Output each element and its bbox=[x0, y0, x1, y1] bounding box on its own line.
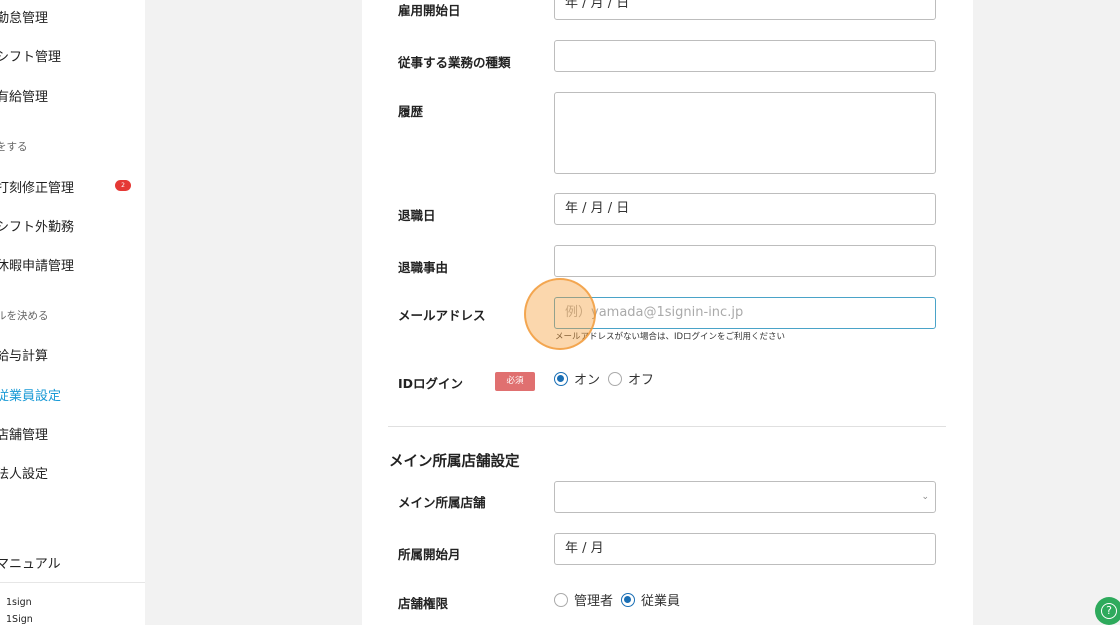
store-section-title: メイン所属店舗設定 bbox=[389, 454, 520, 470]
email-label: メールアドレス bbox=[398, 308, 486, 323]
main-store-select[interactable]: ⌄ bbox=[554, 481, 936, 513]
permission-manager-radio[interactable] bbox=[554, 592, 568, 607]
id-login-radio-group: オン オフ bbox=[554, 369, 662, 388]
sidebar-item-attendance[interactable]: 勤怠管理 bbox=[0, 7, 48, 26]
history-textarea[interactable] bbox=[554, 92, 936, 174]
retirement-reason-label: 退職事由 bbox=[398, 260, 449, 275]
footer-user-name: 1Sign bbox=[6, 614, 33, 625]
sidebar-divider bbox=[0, 582, 145, 583]
sidebar-item-paid-leave[interactable]: 有給管理 bbox=[0, 86, 48, 105]
sidebar-item-off-shift[interactable]: シフト外勤務 bbox=[0, 216, 74, 235]
main-store-label: メイン所属店舗 bbox=[398, 495, 486, 510]
sidebar: 勤怠管理 シフト管理 有給管理 をする 打刻修正管理 2 シフト外勤務 休暇申請… bbox=[0, 0, 145, 625]
sidebar-item-employee-settings[interactable]: 従業員設定 bbox=[0, 385, 61, 404]
section-divider bbox=[388, 426, 946, 427]
sidebar-item-store[interactable]: 店舗管理 bbox=[0, 424, 48, 443]
sidebar-item-payroll[interactable]: 給与計算 bbox=[0, 345, 48, 364]
sidebar-section-label: をする bbox=[0, 141, 28, 153]
required-badge: 必須 bbox=[495, 372, 535, 391]
permission-employee-label[interactable]: 従業員 bbox=[641, 590, 680, 609]
history-label: 履歴 bbox=[398, 104, 424, 119]
store-permission-label: 店舗権限 bbox=[398, 596, 449, 611]
retirement-reason-input[interactable] bbox=[554, 245, 936, 277]
click-highlight bbox=[524, 278, 596, 350]
footer-org-name: 1sign bbox=[6, 597, 32, 608]
sidebar-section-label: ルを決める bbox=[0, 310, 49, 322]
sidebar-item-manual[interactable]: マニュアル bbox=[0, 553, 61, 572]
notification-badge: 2 bbox=[115, 180, 131, 191]
sidebar-item-shift[interactable]: シフト管理 bbox=[0, 46, 61, 65]
help-icon: ? bbox=[1101, 603, 1117, 619]
start-month-label: 所属開始月 bbox=[398, 547, 461, 562]
sidebar-item-corporate[interactable]: 法人設定 bbox=[0, 463, 48, 482]
employment-start-date-input[interactable]: 年 / 月 / 日 bbox=[554, 0, 936, 20]
job-type-input[interactable] bbox=[554, 40, 936, 72]
store-permission-radio-group: 管理者 従業員 bbox=[554, 590, 688, 609]
id-login-off-label[interactable]: オフ bbox=[628, 369, 654, 388]
retirement-date-input[interactable]: 年 / 月 / 日 bbox=[554, 193, 936, 225]
id-login-off-radio[interactable] bbox=[608, 371, 623, 386]
start-month-input[interactable]: 年 / 月 bbox=[554, 533, 936, 565]
retirement-date-label: 退職日 bbox=[398, 208, 436, 223]
employment-start-label: 雇用開始日 bbox=[398, 3, 461, 18]
job-type-label: 従事する業務の種類 bbox=[398, 55, 511, 70]
sidebar-item-clock-correction[interactable]: 打刻修正管理 bbox=[0, 177, 74, 196]
sidebar-item-leave-request[interactable]: 休暇申請管理 bbox=[0, 255, 74, 274]
permission-employee-radio[interactable] bbox=[621, 592, 636, 607]
permission-manager-label[interactable]: 管理者 bbox=[574, 590, 613, 609]
email-input[interactable]: 例）yamada@1signin-inc.jp bbox=[554, 297, 936, 329]
id-login-on-label[interactable]: オン bbox=[574, 369, 600, 388]
id-login-label: IDログイン bbox=[398, 376, 464, 391]
help-button[interactable]: ? bbox=[1095, 597, 1120, 625]
chevron-down-icon: ⌄ bbox=[921, 492, 929, 502]
id-login-on-radio[interactable] bbox=[554, 371, 568, 386]
